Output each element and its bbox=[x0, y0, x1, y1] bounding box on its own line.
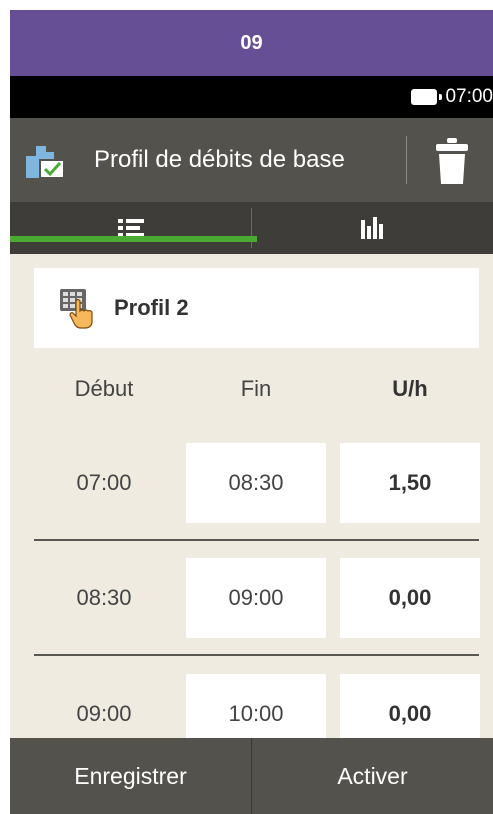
row-divider bbox=[34, 654, 479, 656]
device-screen: 09 07:00 Profil de débits de base Profil… bbox=[10, 10, 493, 814]
tab-chart-view[interactable] bbox=[252, 202, 493, 254]
profile-selector[interactable]: Profil 2 bbox=[34, 268, 479, 348]
start-time: 07:00 bbox=[76, 470, 132, 495]
end-time-field[interactable]: 09:00 bbox=[186, 558, 326, 638]
battery-icon bbox=[411, 89, 443, 105]
end-time-field[interactable]: 08:30 bbox=[186, 443, 326, 523]
column-header-end: Fin bbox=[240, 376, 272, 401]
list-icon bbox=[117, 219, 144, 237]
table-row: 07:00 08:30 1,50 bbox=[34, 443, 480, 523]
screen-number-banner: 09 bbox=[10, 10, 493, 76]
action-bar: Enregistrer Activer bbox=[10, 738, 493, 814]
table-row: 08:30 09:00 0,00 bbox=[34, 558, 480, 638]
rate-field[interactable]: 1,50 bbox=[340, 443, 480, 523]
trash-icon[interactable] bbox=[434, 136, 470, 186]
row-divider bbox=[34, 539, 479, 541]
rate-field[interactable]: 0,00 bbox=[340, 558, 480, 638]
profile-name: Profil 2 bbox=[114, 295, 189, 320]
screen-number: 09 bbox=[240, 31, 263, 54]
tab-list-view[interactable] bbox=[10, 202, 251, 254]
activate-button[interactable]: Activer bbox=[252, 738, 493, 814]
column-header-start: Début bbox=[74, 376, 134, 401]
clock: 07:00 bbox=[445, 86, 493, 107]
basal-profile-icon bbox=[26, 146, 65, 179]
header-divider bbox=[406, 136, 407, 184]
page-title: Profil de débits de base bbox=[94, 146, 345, 173]
keypad-hand-icon bbox=[60, 289, 93, 329]
bar-chart-icon bbox=[360, 217, 383, 239]
selected-tab-indicator bbox=[10, 236, 257, 242]
start-time: 08:30 bbox=[76, 585, 132, 610]
column-header-rate: U/h bbox=[392, 376, 428, 401]
title-bar: Profil de débits de base bbox=[10, 118, 493, 202]
save-button[interactable]: Enregistrer bbox=[10, 738, 251, 814]
status-bar: 07:00 bbox=[10, 76, 493, 118]
view-tabs bbox=[10, 202, 493, 254]
